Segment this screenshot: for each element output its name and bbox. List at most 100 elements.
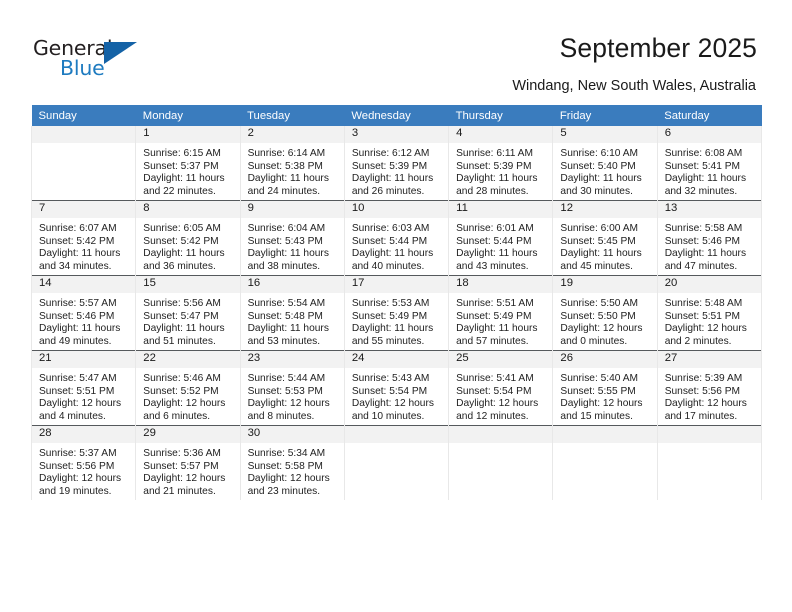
daylight-duration-line2: and 36 minutes. <box>143 260 216 272</box>
sunrise-time: Sunrise: 5:39 AM <box>664 373 743 384</box>
sunrise-time: Sunrise: 5:48 AM <box>664 298 743 309</box>
daylight-duration-line2: and 4 minutes. <box>39 410 106 422</box>
day-details: Sunrise: 5:50 AM Sunset: 5:50 PM Daylight:… <box>553 293 656 348</box>
daylight-duration-line1: Daylight: 12 hours <box>456 398 539 410</box>
calendar-day-cell[interactable]: 4 Sunrise: 6:11 AM Sunset: 5:39 PM Daylight… <box>448 126 554 201</box>
daylight-duration-line1: Daylight: 11 hours <box>247 248 329 260</box>
daylight-duration-line1: Daylight: 11 hours <box>560 173 642 185</box>
calendar-day-cell[interactable]: 26 Sunrise: 5:40 AM Sunset: 5:55 PM Dayligh… <box>552 350 658 426</box>
calendar-day-cell[interactable]: 3 Sunrise: 6:12 AM Sunset: 5:39 PM Daylight… <box>343 126 450 201</box>
calendar-day-cell[interactable]: 29 Sunrise: 5:36 AM Sunset: 5:57 PM Dayligh… <box>135 425 241 500</box>
day-number <box>553 426 657 443</box>
calendar-day-cell[interactable]: 8 Sunrise: 6:05 AM Sunset: 5:42 PM Daylight… <box>135 200 241 276</box>
calendar-day-cell[interactable]: 1 Sunrise: 6:15 AM Sunset: 5:37 PM Daylight… <box>135 126 241 201</box>
sunrise-time: Sunrise: 6:10 AM <box>560 148 638 159</box>
calendar-day-cell[interactable]: 22 Sunrise: 5:46 AM Sunset: 5:52 PM Dayligh… <box>135 350 241 426</box>
sunset-time: Sunset: 5:46 PM <box>664 235 741 247</box>
day-details: Sunrise: 5:43 AM Sunset: 5:54 PM Daylight:… <box>345 368 448 423</box>
weekday-header-tuesday: Tuesday <box>240 105 345 126</box>
calendar-day-cell[interactable]: 16 Sunrise: 5:54 AM Sunset: 5:48 PM Dayligh… <box>239 275 345 351</box>
day-number <box>449 426 553 443</box>
sunset-time: Sunset: 5:58 PM <box>247 460 323 472</box>
calendar-day-cell[interactable]: 20 Sunrise: 5:48 AM Sunset: 5:51 PM Dayligh… <box>656 275 763 351</box>
calendar-week-row: 14 Sunrise: 5:57 AM Sunset: 5:46 PM Dayligh… <box>30 275 763 351</box>
sunrise-time: Sunrise: 5:54 AM <box>247 298 326 309</box>
day-number: 23 <box>240 351 344 368</box>
sunrise-time: Sunrise: 5:57 AM <box>39 298 117 309</box>
sunrise-time: Sunrise: 5:43 AM <box>351 373 430 384</box>
daylight-duration-line1: Daylight: 12 hours <box>560 398 643 410</box>
day-number: 2 <box>240 126 344 143</box>
page-header: General Blue September 2025 Windang, New… <box>0 0 792 100</box>
day-number: 10 <box>344 201 449 218</box>
daylight-duration-line2: and 0 minutes. <box>560 335 628 347</box>
day-details: Sunrise: 5:56 AM Sunset: 5:47 PM Daylight:… <box>136 293 239 348</box>
calendar-day-cell[interactable]: 15 Sunrise: 5:56 AM Sunset: 5:47 PM Dayligh… <box>135 275 241 351</box>
calendar-day-cell[interactable]: 2 Sunrise: 6:14 AM Sunset: 5:38 PM Daylight… <box>239 126 345 201</box>
calendar-day-cell-empty <box>448 425 554 500</box>
sunset-time: Sunset: 5:49 PM <box>456 310 532 322</box>
sunset-time: Sunset: 5:52 PM <box>143 385 219 397</box>
daylight-duration-line2: and 32 minutes. <box>664 185 738 197</box>
calendar-day-cell[interactable]: 6 Sunrise: 6:08 AM Sunset: 5:41 PM Daylight… <box>656 126 763 201</box>
calendar-day-cell[interactable]: 25 Sunrise: 5:41 AM Sunset: 5:54 PM Dayligh… <box>448 350 554 426</box>
calendar-day-cell[interactable]: 10 Sunrise: 6:03 AM Sunset: 5:44 PM Dayligh… <box>343 200 450 276</box>
calendar-day-cell[interactable]: 30 Sunrise: 5:34 AM Sunset: 5:58 PM Dayligh… <box>239 425 345 500</box>
calendar-day-cell[interactable]: 24 Sunrise: 5:43 AM Sunset: 5:54 PM Dayligh… <box>343 350 450 426</box>
daylight-duration-line1: Daylight: 12 hours <box>247 473 330 485</box>
day-details: Sunrise: 6:10 AM Sunset: 5:40 PM Daylight:… <box>553 143 656 198</box>
sunrise-time: Sunrise: 5:44 AM <box>247 373 326 384</box>
daylight-duration-line1: Daylight: 11 hours <box>351 173 434 185</box>
sunrise-time: Sunrise: 6:12 AM <box>351 148 430 159</box>
calendar-day-cell[interactable]: 17 Sunrise: 5:53 AM Sunset: 5:49 PM Dayligh… <box>343 275 450 351</box>
day-number: 18 <box>449 276 553 293</box>
calendar-day-cell[interactable]: 21 Sunrise: 5:47 AM Sunset: 5:51 PM Dayligh… <box>30 350 137 426</box>
daylight-duration-line1: Daylight: 12 hours <box>351 398 434 410</box>
calendar-day-cell[interactable]: 5 Sunrise: 6:10 AM Sunset: 5:40 PM Daylight… <box>552 126 658 201</box>
sunset-time: Sunset: 5:38 PM <box>247 160 323 172</box>
daylight-duration-line2: and 17 minutes. <box>664 410 738 422</box>
daylight-duration-line1: Daylight: 11 hours <box>39 248 121 260</box>
day-details: Sunrise: 5:51 AM Sunset: 5:49 PM Daylight:… <box>449 293 552 348</box>
sunset-time: Sunset: 5:54 PM <box>351 385 428 397</box>
calendar-day-cell[interactable]: 12 Sunrise: 6:00 AM Sunset: 5:45 PM Dayligh… <box>552 200 658 276</box>
sunrise-time: Sunrise: 5:47 AM <box>39 373 117 384</box>
sunrise-time: Sunrise: 6:11 AM <box>456 148 533 159</box>
sunrise-time: Sunrise: 5:53 AM <box>351 298 430 309</box>
calendar-week-row: 21 Sunrise: 5:47 AM Sunset: 5:51 PM Dayligh… <box>30 350 763 426</box>
day-details: Sunrise: 6:03 AM Sunset: 5:44 PM Daylight:… <box>345 218 448 273</box>
sunset-time: Sunset: 5:50 PM <box>560 310 636 322</box>
calendar-day-cell[interactable]: 19 Sunrise: 5:50 AM Sunset: 5:50 PM Dayligh… <box>552 275 658 351</box>
sunset-time: Sunset: 5:39 PM <box>351 160 428 172</box>
day-details: Sunrise: 6:15 AM Sunset: 5:37 PM Daylight:… <box>136 143 239 198</box>
sunrise-time: Sunrise: 5:41 AM <box>456 373 534 384</box>
weekday-header-monday: Monday <box>135 105 241 126</box>
sunset-time: Sunset: 5:40 PM <box>560 160 636 172</box>
calendar-day-cell[interactable]: 23 Sunrise: 5:44 AM Sunset: 5:53 PM Dayligh… <box>239 350 345 426</box>
daylight-duration-line2: and 30 minutes. <box>560 185 633 197</box>
calendar-day-cell[interactable]: 18 Sunrise: 5:51 AM Sunset: 5:49 PM Dayligh… <box>448 275 554 351</box>
calendar-page: General Blue September 2025 Windang, New… <box>0 0 792 612</box>
calendar-day-cell-empty <box>552 425 658 500</box>
general-blue-logo[interactable]: General Blue <box>33 36 163 84</box>
calendar-day-cell[interactable]: 9 Sunrise: 6:04 AM Sunset: 5:43 PM Daylight… <box>239 200 345 276</box>
sunset-time: Sunset: 5:37 PM <box>143 160 219 172</box>
calendar-day-cell[interactable]: 7 Sunrise: 6:07 AM Sunset: 5:42 PM Daylight… <box>30 200 137 276</box>
calendar-day-cell[interactable]: 11 Sunrise: 6:01 AM Sunset: 5:44 PM Dayligh… <box>448 200 554 276</box>
calendar-day-cell[interactable]: 27 Sunrise: 5:39 AM Sunset: 5:56 PM Dayligh… <box>656 350 763 426</box>
page-subtitle-location: Windang, New South Wales, Australia <box>512 78 756 94</box>
calendar-day-cell[interactable]: 28 Sunrise: 5:37 AM Sunset: 5:56 PM Dayligh… <box>30 425 137 500</box>
sunrise-time: Sunrise: 5:58 AM <box>664 223 743 234</box>
calendar-day-cell[interactable]: 13 Sunrise: 5:58 AM Sunset: 5:46 PM Dayligh… <box>656 200 763 276</box>
daylight-duration-line2: and 51 minutes. <box>143 335 216 347</box>
daylight-duration-line2: and 22 minutes. <box>143 185 216 197</box>
day-details: Sunrise: 5:53 AM Sunset: 5:49 PM Daylight:… <box>345 293 448 348</box>
daylight-duration-line2: and 53 minutes. <box>247 335 321 347</box>
sunrise-time: Sunrise: 6:01 AM <box>456 223 534 234</box>
sunrise-time: Sunrise: 6:07 AM <box>39 223 117 234</box>
day-details: Sunrise: 6:00 AM Sunset: 5:45 PM Daylight:… <box>553 218 656 273</box>
weekday-header-thursday: Thursday <box>448 105 553 126</box>
daylight-duration-line2: and 43 minutes. <box>456 260 529 272</box>
calendar-day-cell[interactable]: 14 Sunrise: 5:57 AM Sunset: 5:46 PM Dayligh… <box>30 275 137 351</box>
sunrise-time: Sunrise: 6:15 AM <box>143 148 221 159</box>
